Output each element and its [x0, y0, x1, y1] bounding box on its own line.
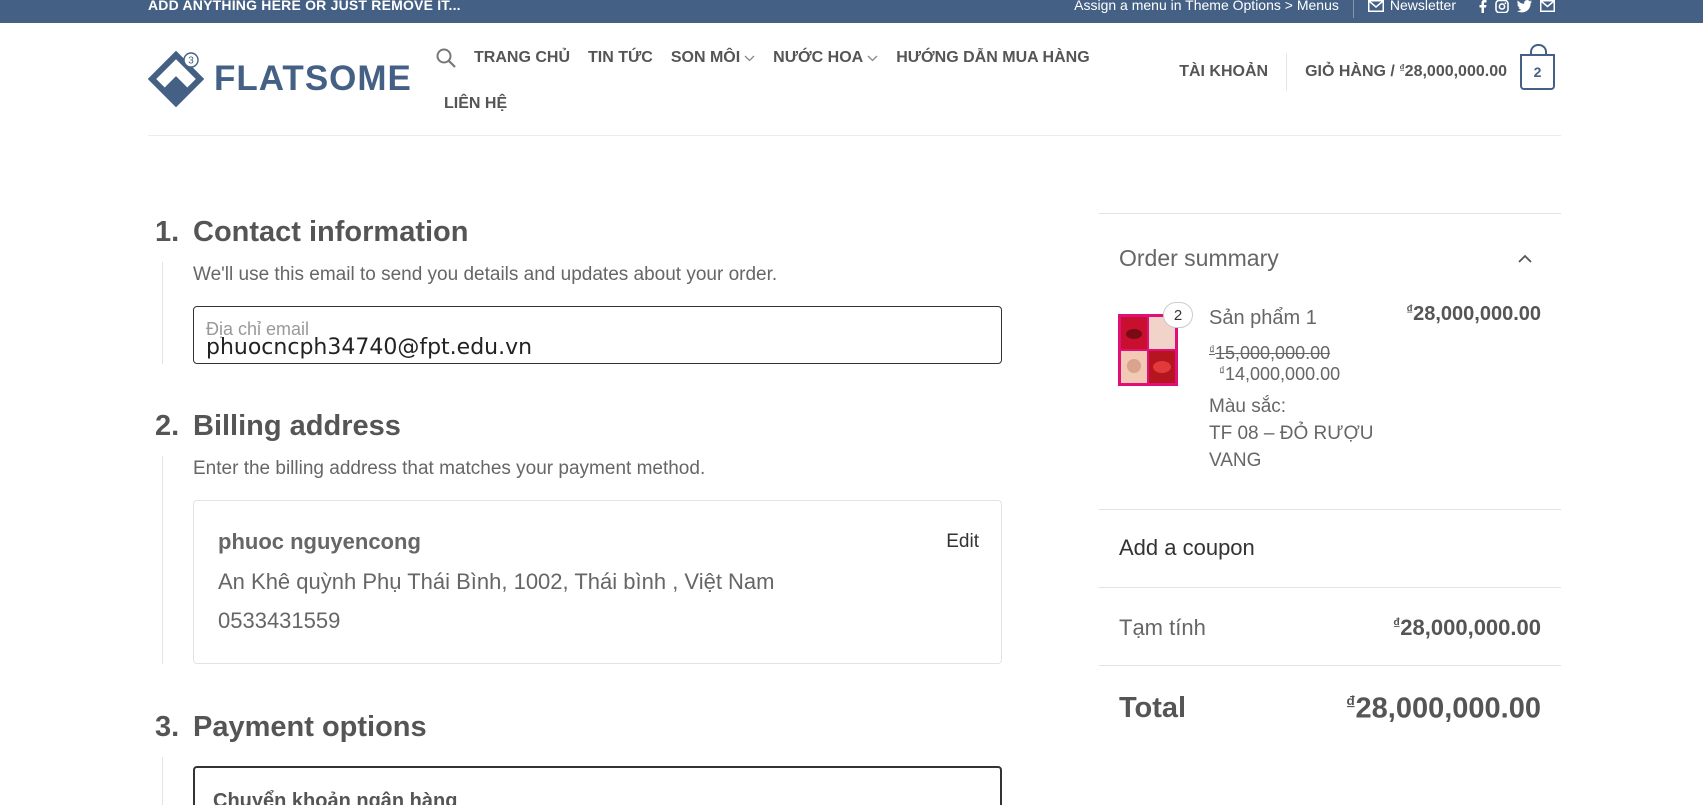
email-icon[interactable]	[1540, 0, 1555, 12]
summary-top-divider	[1099, 213, 1561, 214]
nav-lipstick-label: SON MÔI	[670, 49, 741, 66]
product-attribute-value: TF 08 – ĐỎ RƯỢU	[1209, 423, 1374, 444]
summary-divider	[1099, 587, 1561, 588]
nav-item-guide[interactable]: HƯỚNG DẪN MUA HÀNG	[896, 49, 1089, 67]
header-right: TÀI KHOẢN GIỎ HÀNG / ₫28,000,000.00 2	[1179, 44, 1555, 91]
summary-divider	[1099, 665, 1561, 666]
newsletter-link[interactable]: Newsletter	[1367, 0, 1456, 13]
logo-badge: 3	[188, 56, 194, 67]
logo-text: FLATSOME	[214, 59, 412, 98]
cart-total: 28,000,000.00	[1404, 63, 1507, 80]
chevron-down-icon	[867, 55, 878, 61]
nav-item-contact[interactable]: LIÊN HỆ	[444, 95, 507, 113]
order-summary-title[interactable]: Order summary	[1119, 245, 1279, 272]
payment-option-bank-transfer[interactable]: Chuyển khoản ngân hàng	[193, 766, 1002, 805]
step-3-line	[162, 757, 163, 805]
step-1-number: 1.	[155, 216, 180, 248]
instagram-icon[interactable]	[1495, 0, 1509, 13]
step-3-number: 3.	[155, 711, 180, 743]
billing-phone: 0533431559	[218, 608, 341, 633]
contact-title: Contact information	[193, 216, 469, 248]
edit-address-button[interactable]: Edit	[946, 531, 979, 553]
currency-symbol: ₫	[1345, 692, 1356, 713]
nav-item-lipstick[interactable]: SON MÔI	[671, 49, 755, 67]
total-value: ₫28,000,000.00	[1346, 692, 1541, 725]
product-sale-price-value: 14,000,000.00	[1225, 364, 1341, 384]
main-nav: TRANG CHỦ TIN TỨC SON MÔI NƯỚC HOA HƯỚNG…	[436, 43, 1116, 112]
cart-link[interactable]: GIỎ HÀNG / ₫28,000,000.00	[1305, 63, 1507, 81]
product-quantity-badge: 2	[1163, 302, 1193, 328]
twitter-icon[interactable]	[1517, 0, 1532, 13]
add-coupon-toggle[interactable]: Add a coupon	[1119, 535, 1255, 561]
header-divider-line	[148, 135, 1561, 136]
product-old-price: ₫15,000,000.00	[1209, 343, 1330, 364]
billing-address-card: phuoc nguyencong Edit An Khê quỳnh Phụ T…	[193, 500, 1002, 664]
chevron-down-icon	[744, 55, 755, 61]
logo-mark: 3	[148, 51, 204, 107]
summary-divider	[1099, 509, 1561, 510]
nav-row-1: TRANG CHỦ TIN TỨC SON MÔI NƯỚC HOA HƯỚNG…	[436, 43, 1116, 73]
product-line-price: ₫28,000,000.00	[1406, 302, 1541, 326]
product-price-value: 28,000,000.00	[1413, 302, 1541, 325]
subtotal-label: Tạm tính	[1119, 615, 1206, 640]
cart-count: 2	[1533, 64, 1542, 80]
step-2-line	[162, 456, 163, 664]
nav-perfume-label: NƯỚC HOA	[773, 49, 864, 66]
social-links	[1478, 0, 1555, 13]
topbar-right: Assign a menu in Theme Options > Menus N…	[1074, 0, 1555, 23]
total-label: Total	[1119, 692, 1187, 724]
site-logo[interactable]: 3 FLATSOME	[148, 51, 412, 107]
newsletter-label: Newsletter	[1389, 0, 1456, 13]
cart-count-button[interactable]: 2	[1520, 44, 1555, 90]
payment-title: Payment options	[193, 711, 427, 743]
envelope-icon	[1367, 0, 1384, 12]
search-button[interactable]	[436, 48, 456, 68]
product-sale-price: ₫14,000,000.00	[1219, 364, 1340, 385]
topbar-message: ADD ANYTHING HERE OR JUST REMOVE IT...	[148, 0, 461, 13]
subtotal-amount: 28,000,000.00	[1400, 615, 1541, 640]
total-amount: 28,000,000.00	[1355, 692, 1541, 725]
step-2-number: 2.	[155, 410, 180, 442]
nav-item-perfume[interactable]: NƯỚC HOA	[773, 49, 878, 67]
product-attribute-label: Màu sắc:	[1209, 396, 1287, 417]
payment-option-label: Chuyển khoản ngân hàng	[213, 790, 458, 805]
topbar-divider	[1352, 0, 1354, 18]
billing-description: Enter the billing address that matches y…	[193, 458, 706, 479]
contact-description: We'll use this email to send you details…	[193, 264, 778, 285]
facebook-icon[interactable]	[1478, 0, 1487, 13]
billing-name: phuoc nguyencong	[218, 529, 421, 554]
billing-address: An Khê quỳnh Phụ Thái Bình, 1002, Thái b…	[218, 569, 775, 594]
email-field[interactable]: Địa chỉ email phuocncph34740@fpt.edu.vn	[193, 306, 1002, 364]
account-link[interactable]: TÀI KHOẢN	[1179, 63, 1268, 81]
subtotal-value: ₫28,000,000.00	[1393, 615, 1541, 641]
product-name: Sản phẩm 1	[1209, 307, 1317, 329]
topbar-menu-hint[interactable]: Assign a menu in Theme Options > Menus	[1074, 0, 1339, 12]
top-bar: ADD ANYTHING HERE OR JUST REMOVE IT... A…	[0, 0, 1703, 23]
nav-item-news[interactable]: TIN TỨC	[588, 49, 653, 67]
nav-item-home[interactable]: TRANG CHỦ	[474, 49, 570, 67]
product-old-price-value: 15,000,000.00	[1215, 343, 1331, 363]
billing-title: Billing address	[193, 410, 401, 442]
product-attribute-value-cont: VANG	[1209, 450, 1262, 471]
search-icon	[436, 48, 456, 68]
chevron-up-icon[interactable]	[1518, 254, 1532, 263]
site-header: 3 FLATSOME TRANG CHỦ TIN TỨC SON MÔI NƯỚ…	[0, 23, 1703, 136]
header-divider	[1286, 53, 1288, 91]
email-value: phuocncph34740@fpt.edu.vn	[206, 335, 533, 360]
step-1-line	[162, 262, 163, 364]
cart-label: GIỎ HÀNG /	[1305, 63, 1395, 80]
